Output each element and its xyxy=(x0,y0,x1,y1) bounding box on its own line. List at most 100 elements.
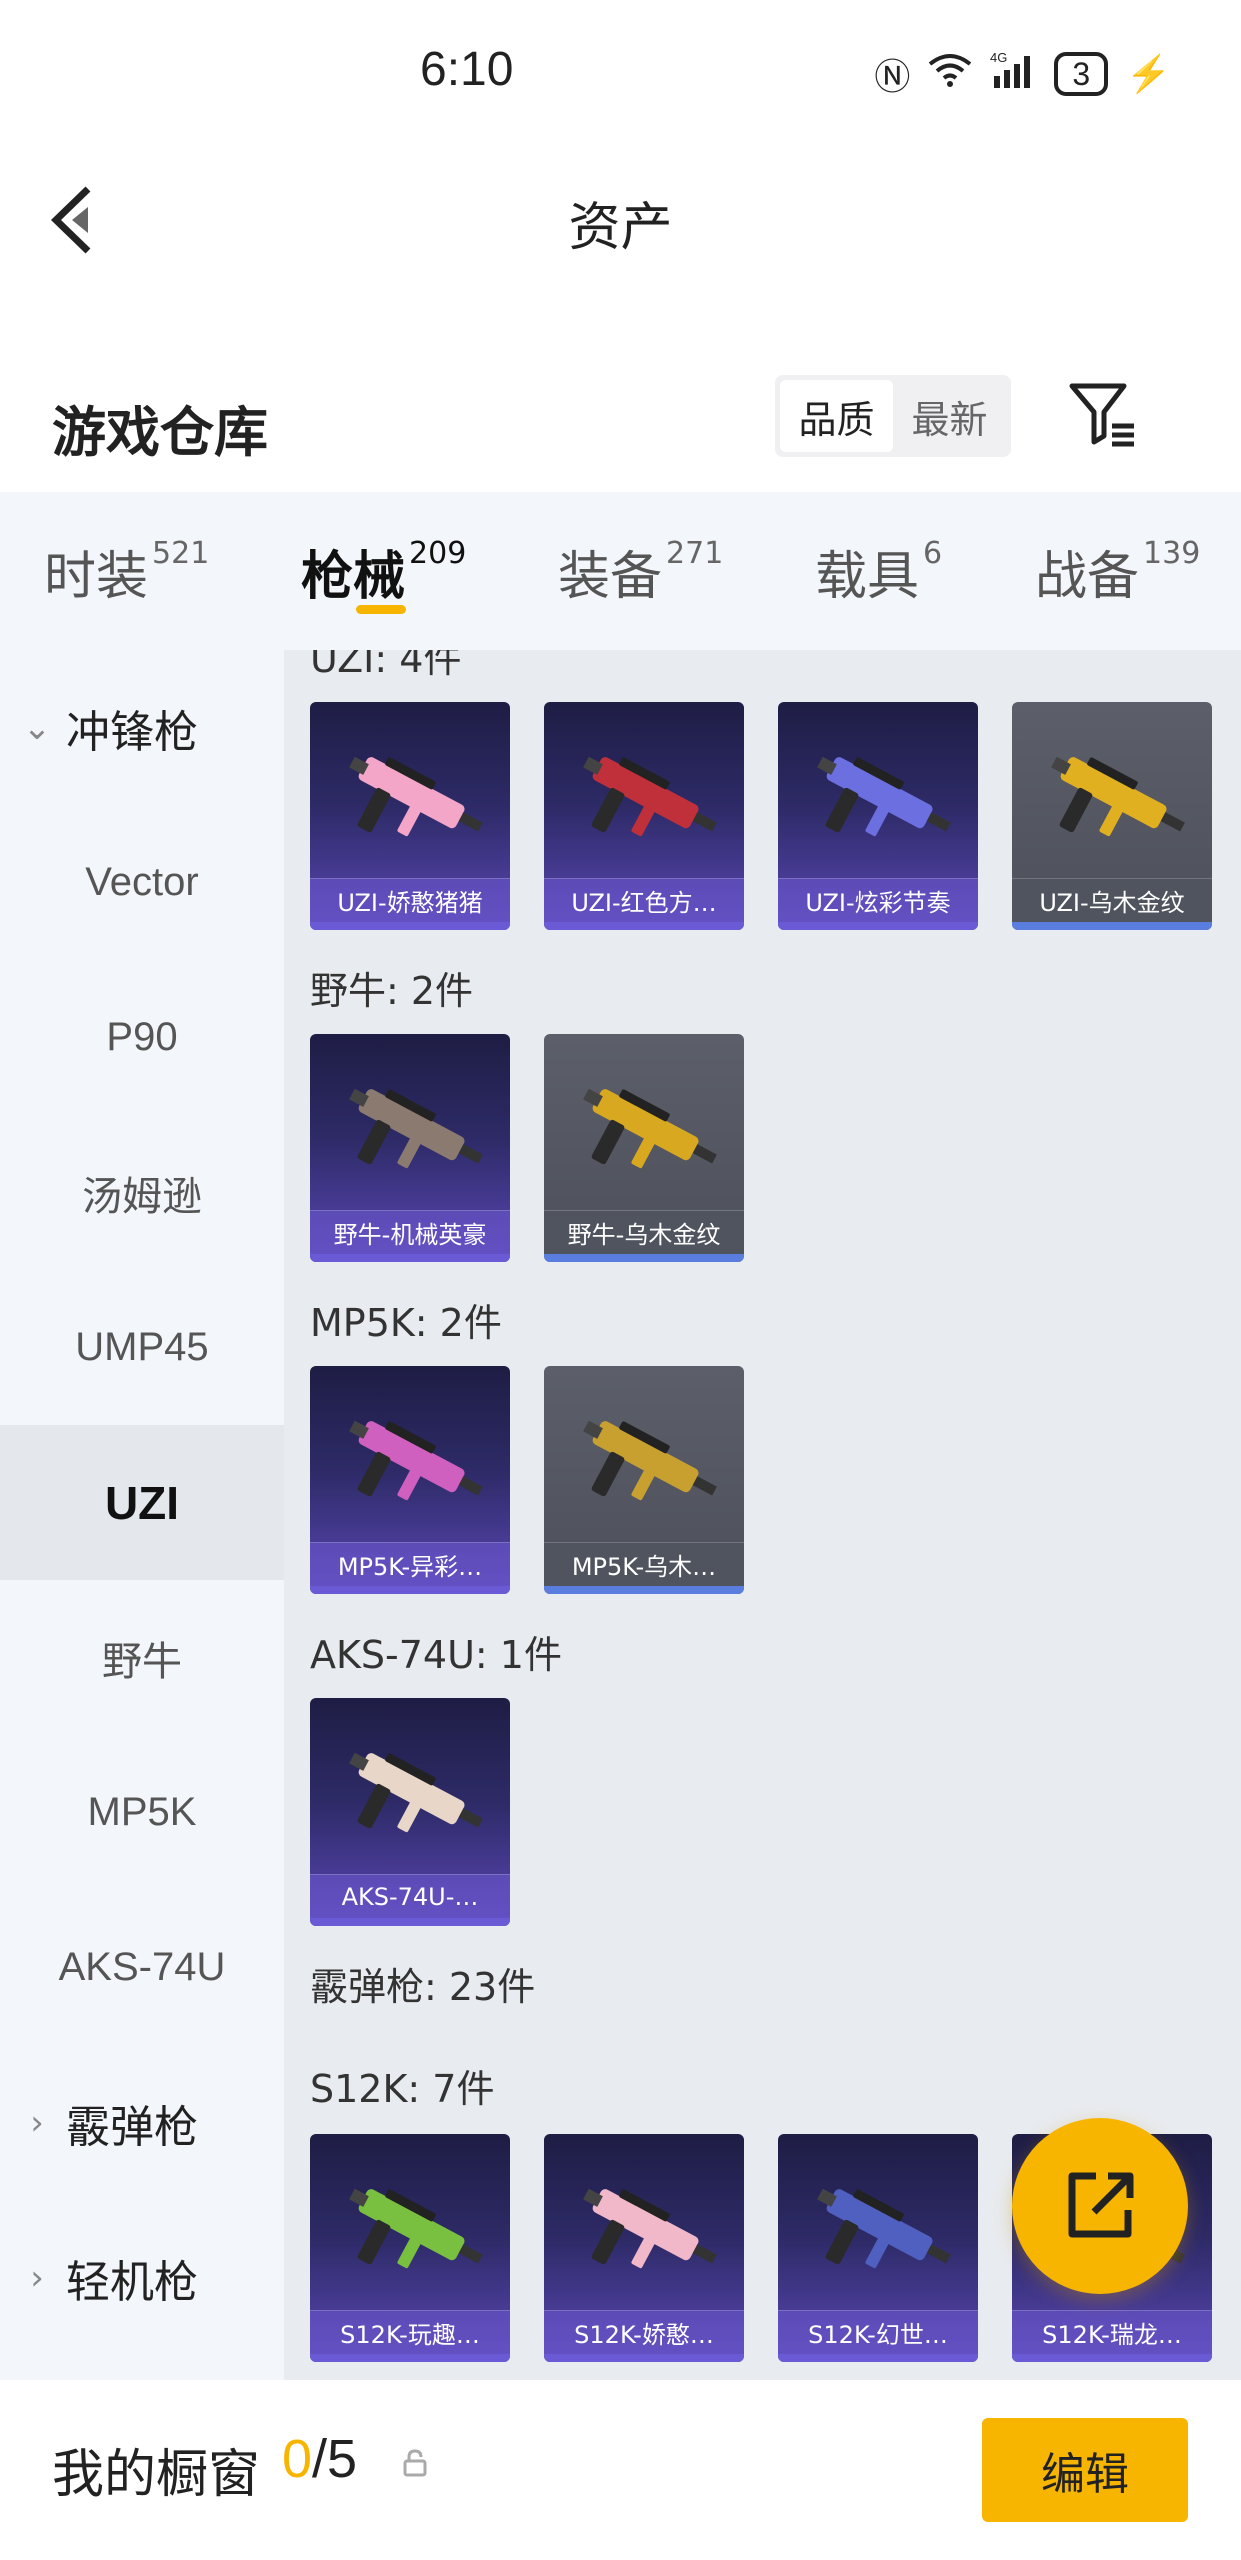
charging-icon: ⚡ xyxy=(1126,53,1171,94)
tab-label: 时装 xyxy=(44,546,149,607)
tab-equipment[interactable]: 装备 271 xyxy=(558,492,815,650)
item-card[interactable]: MP5K-异彩… xyxy=(310,1366,510,1594)
item-name: S12K-幻世… xyxy=(778,2310,978,2354)
sidebar-group-smg[interactable]: ⌄ 冲锋枪 xyxy=(0,650,284,805)
sidebar-item-ump45[interactable]: UMP45 xyxy=(0,1270,284,1425)
rarity-bar xyxy=(310,1918,510,1926)
weapon-skin-image xyxy=(1051,756,1185,837)
item-card[interactable]: S12K-幻世… xyxy=(778,2134,978,2362)
sidebar-item-bison[interactable]: 野牛 xyxy=(0,1580,284,1735)
lock-icon xyxy=(403,2449,427,2477)
sort-toggle: 品质 最新 xyxy=(775,375,1011,457)
sidebar-group-lmg[interactable]: › 轻机枪 xyxy=(0,2200,284,2355)
rarity-bar xyxy=(544,1586,744,1594)
tab-label: 载具 xyxy=(815,546,920,607)
rarity-bar xyxy=(778,2354,978,2362)
rarity-bar xyxy=(544,922,744,930)
item-card[interactable]: AKS-74U-… xyxy=(310,1698,510,1926)
tab-count: 521 xyxy=(152,535,210,571)
weapon-skin-image xyxy=(349,1088,483,1169)
item-name: UZI-娇憨猪猪 xyxy=(310,878,510,922)
chevron-right-icon: › xyxy=(30,2257,44,2298)
sidebar-item-vector[interactable]: Vector xyxy=(0,805,284,960)
tab-label: 装备 xyxy=(558,546,663,607)
warehouse-header: 游戏仓库 品质 最新 xyxy=(0,340,1241,490)
section-label: MP5K: 2件 xyxy=(310,1301,502,1345)
sidebar-item-aks74u[interactable]: AKS-74U xyxy=(0,1890,284,2045)
chevron-down-icon: ⌄ xyxy=(22,707,52,748)
filter-icon xyxy=(1069,383,1134,447)
sidebar-group-shotgun[interactable]: › 霰弹枪 xyxy=(0,2045,284,2200)
item-name: S12K-娇憨… xyxy=(544,2310,744,2354)
weapon-skin-image xyxy=(583,756,717,837)
item-card[interactable]: 野牛-乌木金纹 xyxy=(544,1034,744,1262)
rarity-bar xyxy=(310,1586,510,1594)
item-name: S12K-瑞龙… xyxy=(1012,2310,1212,2354)
filter-button[interactable] xyxy=(1068,380,1138,450)
tab-fashion[interactable]: 时装 521 xyxy=(44,492,301,650)
weapon-skin-image xyxy=(817,756,951,837)
rarity-bar xyxy=(1012,2354,1212,2362)
item-name: S12K-玩趣… xyxy=(310,2310,510,2354)
tab-active-indicator xyxy=(356,605,406,614)
category-tabs: 时装 521 枪械 209 装备 271 载具 6 战备 139 xyxy=(0,492,1241,650)
tab-count: 209 xyxy=(409,535,467,571)
weapon-skin-image xyxy=(349,756,483,837)
warehouse-title: 游戏仓库 xyxy=(52,401,268,464)
item-card[interactable]: UZI-乌木金纹 xyxy=(1012,702,1212,930)
showcase-title: 我的橱窗 xyxy=(52,2445,261,2505)
weapon-type-sidebar: ⌄ 冲锋枪 Vector P90 汤姆逊 UMP45 UZI 野牛 MP5K AK… xyxy=(0,650,284,2380)
status-icons: Ⓝ 4G 3 ⚡ xyxy=(874,48,1171,100)
section-label: 野牛: 2件 xyxy=(310,969,474,1013)
rarity-bar xyxy=(544,1254,744,1262)
share-icon xyxy=(1068,2172,1134,2238)
showcase-bar: 我的橱窗 0/5 编辑 xyxy=(0,2380,1241,2560)
section-label: S12K: 7件 xyxy=(310,2067,495,2111)
tab-count: 6 xyxy=(923,535,943,571)
section-label: 霰弹枪: 23件 xyxy=(310,1965,536,2009)
item-name: UZI-炫彩节奏 xyxy=(778,878,978,922)
chevron-right-icon: › xyxy=(30,2102,44,2143)
tab-label: 枪械 xyxy=(301,546,406,607)
item-card[interactable]: UZI-炫彩节奏 xyxy=(778,702,978,930)
item-name: 野牛-乌木金纹 xyxy=(544,1210,744,1254)
weapon-skin-image xyxy=(349,1752,483,1833)
tab-count: 271 xyxy=(666,535,724,571)
tab-label: 战备 xyxy=(1035,546,1140,607)
sidebar-item-p90[interactable]: P90 xyxy=(0,960,284,1115)
edit-button[interactable]: 编辑 xyxy=(982,2418,1188,2522)
nfc-icon: Ⓝ xyxy=(874,56,911,97)
tab-firearms[interactable]: 枪械 209 xyxy=(301,492,558,650)
weapon-skin-image xyxy=(583,2188,717,2269)
tab-vehicles[interactable]: 载具 6 xyxy=(815,492,1035,650)
item-name: UZI-乌木金纹 xyxy=(1012,878,1212,922)
rarity-bar xyxy=(1012,922,1212,930)
status-time: 6:10 xyxy=(420,43,514,96)
weapon-skin-image xyxy=(349,1420,483,1501)
item-name: 野牛-机械英豪 xyxy=(310,1210,510,1254)
sort-quality-button[interactable]: 品质 xyxy=(780,380,893,452)
svg-text:4G: 4G xyxy=(990,50,1007,65)
item-card[interactable]: UZI-红色方… xyxy=(544,702,744,930)
item-card[interactable]: MP5K-乌木… xyxy=(544,1366,744,1594)
item-name: AKS-74U-… xyxy=(310,1874,510,1918)
rarity-bar xyxy=(778,922,978,930)
sidebar-item-mp5k[interactable]: MP5K xyxy=(0,1735,284,1890)
sidebar-item-uzi[interactable]: UZI xyxy=(0,1425,284,1580)
item-card[interactable]: S12K-玩趣… xyxy=(310,2134,510,2362)
wifi-icon xyxy=(928,52,972,97)
item-card[interactable]: S12K-娇憨… xyxy=(544,2134,744,2362)
showcase-total: /5 xyxy=(312,2429,358,2489)
item-name: MP5K-乌木… xyxy=(544,1542,744,1586)
rarity-bar xyxy=(310,1254,510,1262)
tab-supplies[interactable]: 战备 139 xyxy=(1035,492,1200,650)
item-name: UZI-红色方… xyxy=(544,878,744,922)
sidebar-item-label: 冲锋枪 xyxy=(66,706,198,758)
item-card[interactable]: 野牛-机械英豪 xyxy=(310,1034,510,1262)
sort-newest-button[interactable]: 最新 xyxy=(893,380,1006,452)
sidebar-item-thompson[interactable]: 汤姆逊 xyxy=(0,1115,284,1270)
signal-icon: 4G xyxy=(990,50,1036,99)
item-card[interactable]: UZI-娇憨猪猪 xyxy=(310,702,510,930)
tab-count: 139 xyxy=(1143,535,1201,571)
share-button[interactable] xyxy=(1012,2118,1188,2294)
